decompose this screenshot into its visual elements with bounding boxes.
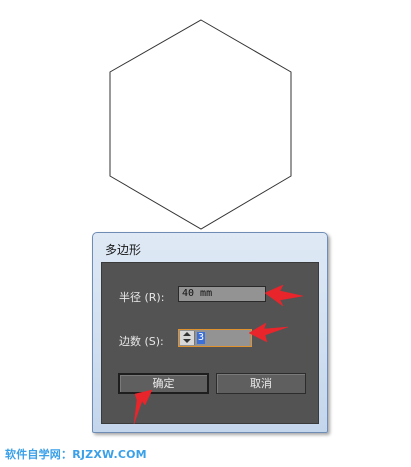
arrow-ok-icon <box>133 389 153 425</box>
arrow-radius-icon <box>264 284 304 307</box>
watermark-text: 软件自学网：RJZXW.COM <box>5 448 147 461</box>
annotation-arrows <box>133 284 304 425</box>
arrow-sides-icon <box>248 322 289 343</box>
